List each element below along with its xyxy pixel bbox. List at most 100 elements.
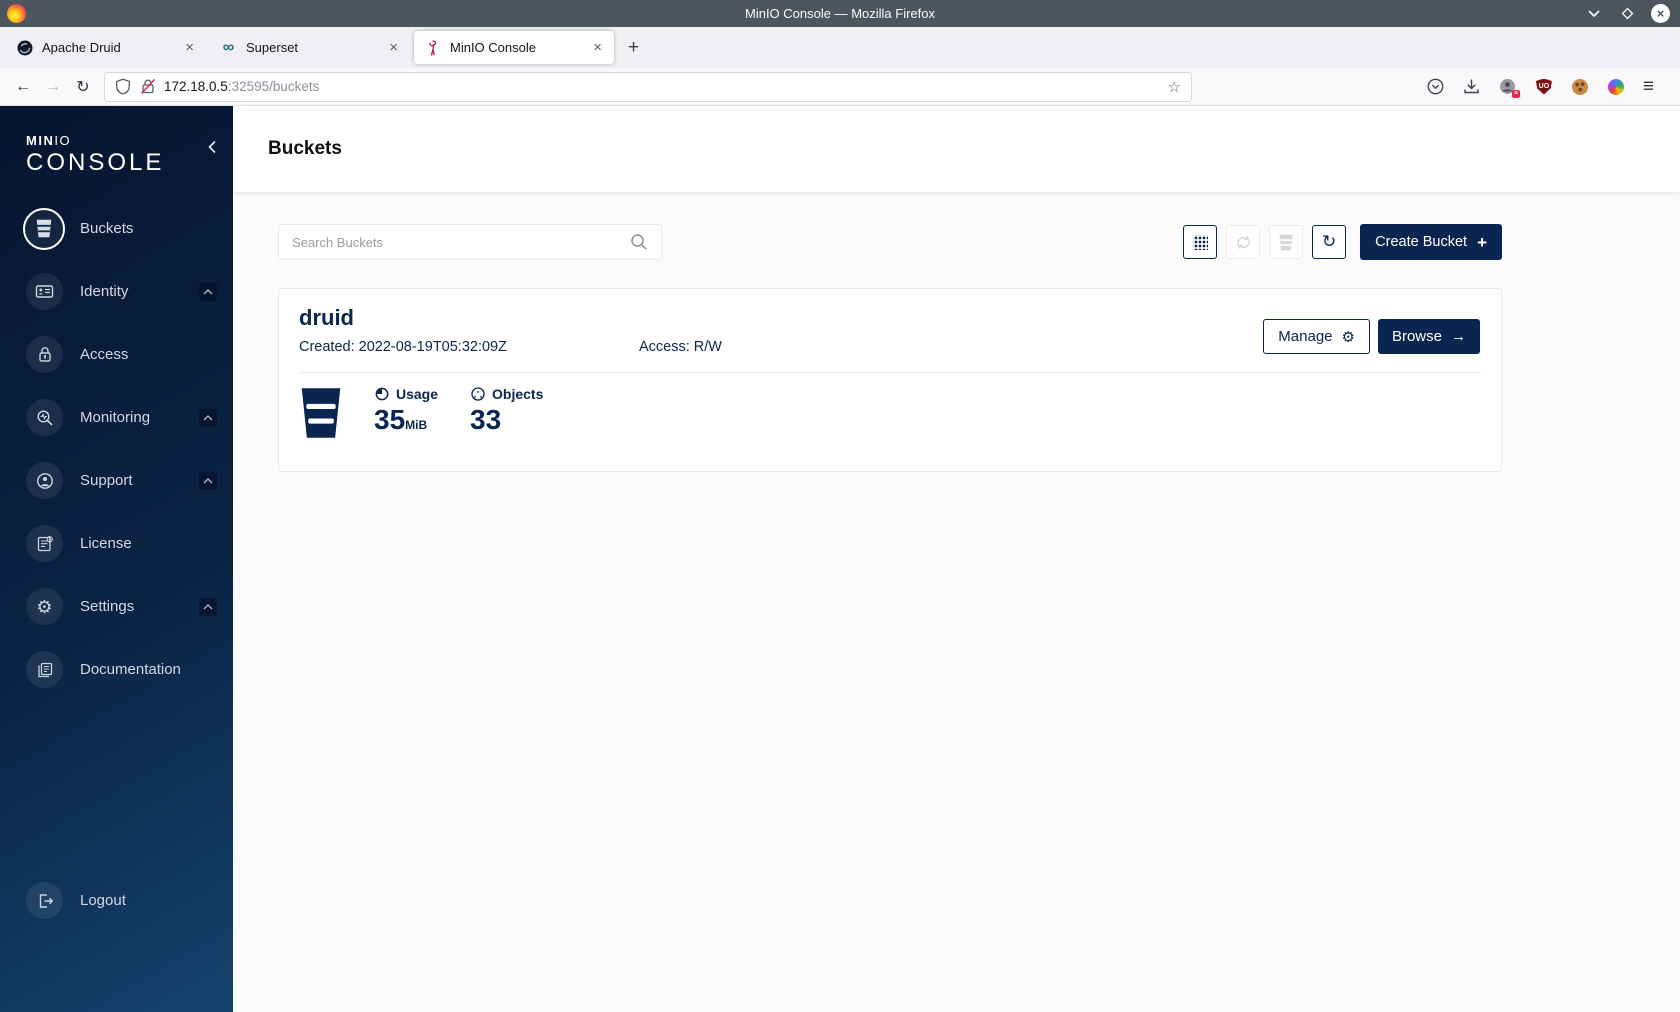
objects-label: Objects: [492, 386, 544, 402]
superset-favicon-icon: ∞: [222, 38, 235, 56]
shield-icon[interactable]: [115, 78, 131, 95]
grid-view-button[interactable]: [1183, 225, 1218, 259]
support-person-icon: [26, 462, 63, 499]
objects-icon: [470, 386, 486, 402]
back-button[interactable]: ←: [8, 72, 38, 102]
tab-label: MinIO Console: [450, 40, 536, 55]
usage-pie-icon: [374, 386, 390, 402]
firefox-window: MinIO Console — Mozilla Firefox × Apache…: [0, 0, 1680, 1012]
insecure-lock-icon[interactable]: [140, 78, 156, 95]
pocket-icon[interactable]: [1427, 78, 1445, 96]
select-buckets-button[interactable]: [1269, 225, 1304, 259]
maximize-button[interactable]: [1618, 5, 1636, 23]
druid-favicon-icon: [16, 39, 33, 56]
lock-icon: [26, 336, 63, 373]
hamburger-menu-icon[interactable]: ≡: [1643, 76, 1654, 98]
bucket-icon: [299, 386, 343, 440]
cookie-extension-icon[interactable]: [1571, 78, 1589, 96]
window-title: MinIO Console — Mozilla Firefox: [745, 6, 935, 21]
gear-icon: ⚙: [1341, 328, 1355, 346]
sidebar-collapse-icon[interactable]: [207, 140, 217, 154]
usage-stat: Usage 35MiB: [374, 386, 438, 440]
refresh-button[interactable]: ↻: [1312, 225, 1347, 259]
tab-close-icon[interactable]: ×: [385, 39, 402, 56]
sidebar-item-label: Identity: [80, 283, 129, 300]
bucket-access-label: Access: R/W: [639, 339, 722, 355]
sidebar-item-monitoring[interactable]: Monitoring: [0, 386, 233, 449]
bucket-icon: [23, 207, 65, 250]
tab-superset[interactable]: ∞ Superset ×: [210, 31, 410, 64]
objects-stat: Objects 33: [470, 386, 543, 440]
plus-icon: +: [1477, 232, 1487, 252]
tab-minio-console[interactable]: MinIO Console ×: [414, 31, 614, 64]
tab-label: Apache Druid: [42, 40, 121, 55]
chevron-up-icon[interactable]: [199, 282, 217, 301]
page-title: Buckets: [268, 138, 342, 159]
sidebar-item-settings[interactable]: ⚙ Settings: [0, 575, 233, 638]
window-titlebar: MinIO Console — Mozilla Firefox ×: [0, 0, 1680, 27]
sidebar-item-documentation[interactable]: Documentation: [0, 638, 233, 701]
pinwheel-extension-icon[interactable]: [1607, 78, 1625, 96]
manage-button[interactable]: Manage ⚙: [1263, 319, 1370, 354]
search-input[interactable]: [292, 234, 630, 250]
arrow-right-icon: →: [1451, 328, 1466, 345]
sidebar-item-label: Support: [80, 472, 133, 489]
minio-favicon-icon: [424, 39, 441, 56]
set-replication-button[interactable]: [1226, 225, 1261, 259]
chevron-up-icon[interactable]: [199, 471, 217, 490]
sidebar-item-label: Monitoring: [80, 409, 151, 426]
account-extension-icon[interactable]: ×: [1499, 78, 1520, 98]
bucket-card: druid Created: 2022-08-19T05:32:09Z Acce…: [278, 288, 1502, 472]
sidebar-item-logout[interactable]: Logout: [0, 869, 233, 932]
bucket-created-label: Created: 2022-08-19T05:32:09Z: [299, 339, 507, 355]
extension-badge: ×: [1511, 89, 1520, 98]
chevron-up-icon[interactable]: [199, 408, 217, 427]
bookmark-star-icon[interactable]: ☆: [1168, 78, 1181, 96]
sidebar-item-label: Buckets: [80, 220, 134, 237]
url-bar[interactable]: 172.18.0.5:32595/buckets ☆: [104, 71, 1192, 102]
download-icon[interactable]: [1463, 78, 1481, 96]
sidebar-item-access[interactable]: Access: [0, 323, 233, 386]
usage-unit: MiB: [405, 418, 428, 432]
identity-card-icon: [26, 273, 63, 310]
sidebar-item-identity[interactable]: Identity: [0, 260, 233, 323]
chevron-up-icon[interactable]: [199, 597, 217, 616]
sidebar-item-label: Logout: [80, 892, 126, 909]
minimize-button[interactable]: [1585, 5, 1603, 23]
main-content: Buckets Search Buckets ↻ Create Bucket +…: [233, 106, 1680, 1012]
monitoring-search-icon: [26, 399, 63, 436]
sidebar-item-support[interactable]: Support: [0, 449, 233, 512]
sidebar-item-label: Settings: [80, 598, 135, 615]
page-header: Buckets: [233, 106, 1680, 192]
usage-value: 35MiB: [374, 404, 428, 435]
sidebar-item-label: Documentation: [80, 661, 181, 678]
url-host: 172.18.0.5: [164, 79, 228, 94]
forward-button[interactable]: →: [38, 72, 68, 102]
browser-toolbar: ← → ↻ 172.18.0.5:32595/buckets ☆ × UO ≡: [0, 68, 1680, 106]
tab-apache-druid[interactable]: Apache Druid ×: [6, 31, 206, 64]
firefox-logo-icon: [7, 4, 26, 23]
url-path: :32595/buckets: [227, 79, 320, 94]
tab-bar: Apache Druid × ∞ Superset × MinIO Consol…: [0, 27, 1680, 68]
browse-button[interactable]: Browse →: [1377, 319, 1480, 354]
minio-logo: MINIO CONSOLE: [0, 106, 233, 177]
license-document-icon: [26, 525, 63, 562]
create-bucket-button[interactable]: Create Bucket +: [1360, 224, 1502, 260]
objects-value: 33: [470, 404, 502, 435]
sidebar: MINIO CONSOLE Buckets Identity Access Mo…: [0, 106, 233, 1012]
new-tab-button[interactable]: +: [616, 37, 651, 59]
close-button[interactable]: ×: [1651, 4, 1670, 23]
sidebar-item-license[interactable]: License: [0, 512, 233, 575]
bucket-name-link[interactable]: druid: [299, 305, 354, 331]
gear-icon: ⚙: [26, 588, 63, 625]
sidebar-item-label: Access: [80, 346, 129, 363]
tab-close-icon[interactable]: ×: [181, 39, 198, 56]
documentation-book-icon: [26, 651, 63, 688]
sidebar-item-buckets[interactable]: Buckets: [0, 197, 233, 260]
ublock-origin-icon[interactable]: UO: [1535, 78, 1553, 96]
tab-close-icon[interactable]: ×: [589, 39, 606, 56]
search-icon: [630, 233, 648, 251]
reload-button[interactable]: ↻: [68, 72, 98, 102]
divider: [299, 372, 1481, 373]
search-box: [278, 224, 662, 260]
